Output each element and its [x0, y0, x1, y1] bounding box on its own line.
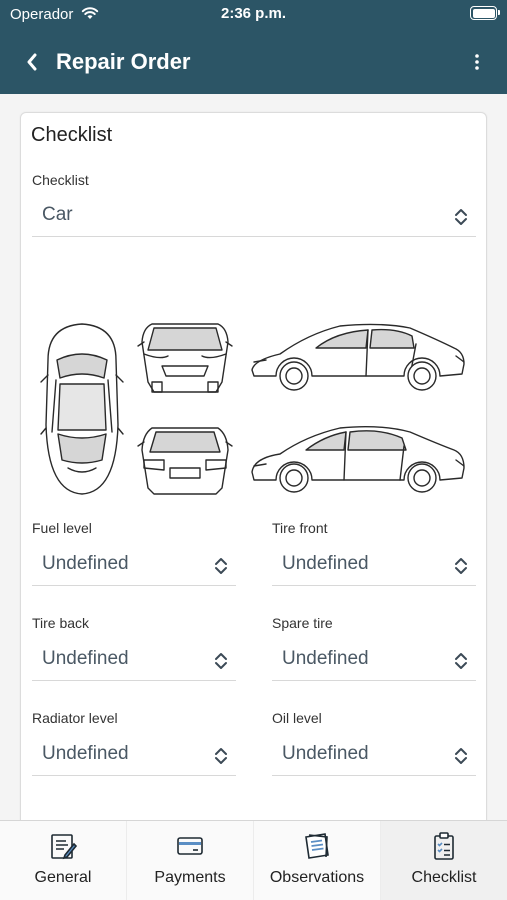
tab-general[interactable]: General	[0, 821, 127, 900]
fuel-level-value: Undefined	[42, 553, 129, 574]
spare-tire-value: Undefined	[282, 648, 369, 669]
car-side-view-right	[251, 323, 465, 391]
status-time: 2:36 p.m.	[220, 5, 287, 22]
tire-back-select[interactable]: Undefined	[32, 645, 236, 681]
tab-general-label: General	[34, 869, 92, 886]
car-diagram	[40, 323, 465, 495]
radiator-level-select[interactable]: Undefined	[32, 740, 236, 776]
tab-payments-label: Payments	[154, 869, 226, 886]
radiator-level-value: Undefined	[42, 743, 129, 764]
chevron-up-down-icon	[455, 653, 467, 669]
status-bar: Operador 2:36 p.m.	[0, 0, 507, 28]
chevron-up-down-icon	[215, 748, 227, 764]
radiator-level-label: Radiator level	[32, 710, 118, 726]
car-side-view-left	[251, 425, 465, 493]
chevron-up-down-icon	[215, 558, 227, 574]
tire-back-label: Tire back	[32, 615, 90, 631]
bottom-tab-bar: General Payments Observations Checklist	[0, 820, 507, 900]
fuel-level-label: Fuel level	[32, 520, 92, 536]
checklist-label: Checklist	[32, 172, 89, 188]
tire-back-value: Undefined	[42, 648, 129, 669]
general-icon	[51, 834, 78, 860]
oil-level-value: Undefined	[282, 743, 369, 764]
oil-level-select[interactable]: Undefined	[272, 740, 476, 776]
chevron-up-down-icon	[455, 558, 467, 574]
battery-icon	[470, 6, 500, 20]
checklist-select[interactable]: Car	[32, 201, 476, 237]
chevron-left-icon	[27, 53, 37, 71]
card-title: Checklist	[31, 124, 113, 146]
car-front-view	[137, 323, 233, 393]
checklist-icon	[434, 832, 454, 860]
spare-tire-label: Spare tire	[272, 615, 333, 631]
car-rear-view	[137, 427, 233, 495]
spare-tire-select[interactable]: Undefined	[272, 645, 476, 681]
back-button[interactable]	[16, 46, 48, 78]
app-header: Operador 2:36 p.m. Repair Order	[0, 0, 507, 94]
observations-icon	[305, 833, 329, 859]
car-top-view	[40, 323, 124, 495]
tab-observations[interactable]: Observations	[254, 821, 381, 900]
tire-front-select[interactable]: Undefined	[272, 550, 476, 586]
fuel-level-select[interactable]: Undefined	[32, 550, 236, 586]
more-vertical-icon	[475, 54, 479, 70]
tab-checklist[interactable]: Checklist	[381, 821, 507, 900]
chevron-up-down-icon	[215, 653, 227, 669]
page-title: Repair Order	[56, 49, 191, 74]
tire-front-value: Undefined	[282, 553, 369, 574]
payments-icon	[177, 837, 203, 855]
chevron-up-down-icon	[455, 209, 467, 225]
checklist-select-value: Car	[42, 204, 73, 225]
more-options-button[interactable]	[465, 48, 489, 76]
tab-checklist-label: Checklist	[411, 869, 477, 886]
tab-payments[interactable]: Payments	[127, 821, 254, 900]
tab-observations-label: Observations	[269, 869, 365, 886]
tire-front-label: Tire front	[272, 520, 328, 536]
oil-level-label: Oil level	[272, 710, 322, 726]
chevron-up-down-icon	[455, 748, 467, 764]
